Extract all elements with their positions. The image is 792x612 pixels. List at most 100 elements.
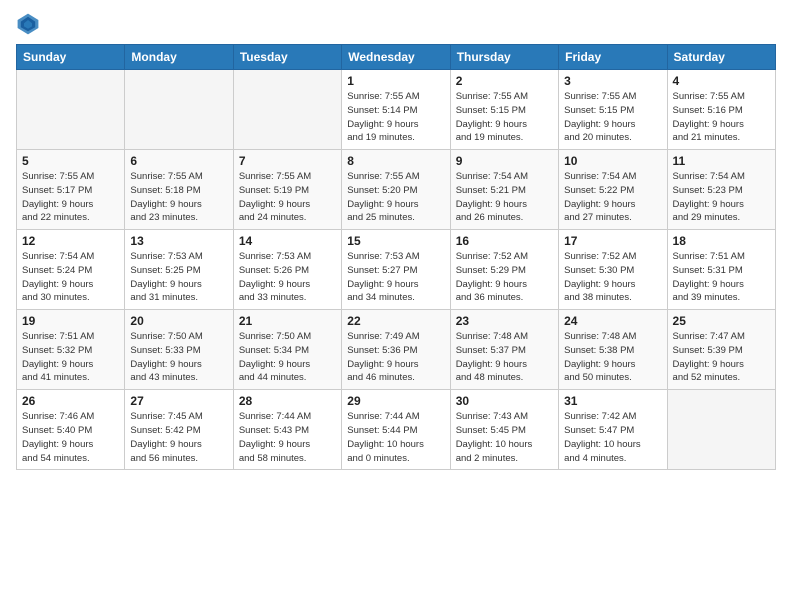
calendar-cell: 22Sunrise: 7:49 AM Sunset: 5:36 PM Dayli… <box>342 310 450 390</box>
day-info: Sunrise: 7:45 AM Sunset: 5:42 PM Dayligh… <box>130 410 227 465</box>
day-info: Sunrise: 7:55 AM Sunset: 5:20 PM Dayligh… <box>347 170 444 225</box>
day-info: Sunrise: 7:54 AM Sunset: 5:23 PM Dayligh… <box>673 170 770 225</box>
day-number: 23 <box>456 314 553 328</box>
week-row-1: 1 Sunrise: 7:55 AM Sunset: 5:14 PM Daylig… <box>17 70 776 150</box>
day-number: 10 <box>564 154 661 168</box>
calendar-cell: 17 Sunrise: 7:52 AM Sunset: 5:30 PM Dayli… <box>559 230 667 310</box>
calendar-cell: 7 Sunrise: 7:55 AM Sunset: 5:19 PM Daylig… <box>233 150 341 230</box>
weekday-header-wednesday: Wednesday <box>342 45 450 70</box>
day-info: Sunrise: 7:53 AM Sunset: 5:27 PM Dayligh… <box>347 250 444 305</box>
day-info: Sunrise: 7:46 AM Sunset: 5:40 PM Dayligh… <box>22 410 119 465</box>
calendar-cell: 24Sunrise: 7:48 AM Sunset: 5:38 PM Dayli… <box>559 310 667 390</box>
weekday-header-monday: Monday <box>125 45 233 70</box>
calendar-cell <box>125 70 233 150</box>
weekday-header-friday: Friday <box>559 45 667 70</box>
day-number: 16 <box>456 234 553 248</box>
calendar-cell: 28 Sunrise: 7:44 AM Sunset: 5:43 PM Dayli… <box>233 390 341 470</box>
day-number: 15 <box>347 234 444 248</box>
week-row-2: 5Sunrise: 7:55 AM Sunset: 5:17 PM Daylig… <box>17 150 776 230</box>
weekday-header-sunday: Sunday <box>17 45 125 70</box>
calendar-cell: 27 Sunrise: 7:45 AM Sunset: 5:42 PM Dayli… <box>125 390 233 470</box>
calendar-cell: 26 Sunrise: 7:46 AM Sunset: 5:40 PM Dayli… <box>17 390 125 470</box>
day-number: 30 <box>456 394 553 408</box>
calendar-cell: 5Sunrise: 7:55 AM Sunset: 5:17 PM Daylig… <box>17 150 125 230</box>
calendar-cell: 16 Sunrise: 7:52 AM Sunset: 5:29 PM Dayli… <box>450 230 558 310</box>
day-number: 17 <box>564 234 661 248</box>
day-number: 18 <box>673 234 770 248</box>
calendar-cell: 6 Sunrise: 7:55 AM Sunset: 5:18 PM Daylig… <box>125 150 233 230</box>
day-number: 20 <box>130 314 227 328</box>
day-number: 6 <box>130 154 227 168</box>
day-info: Sunrise: 7:55 AM Sunset: 5:14 PM Dayligh… <box>347 90 444 145</box>
day-info: Sunrise: 7:55 AM Sunset: 5:16 PM Dayligh… <box>673 90 770 145</box>
header <box>16 12 776 36</box>
day-info: Sunrise: 7:55 AM Sunset: 5:18 PM Dayligh… <box>130 170 227 225</box>
day-number: 27 <box>130 394 227 408</box>
day-number: 8 <box>347 154 444 168</box>
day-number: 25 <box>673 314 770 328</box>
day-number: 7 <box>239 154 336 168</box>
calendar-cell: 8 Sunrise: 7:55 AM Sunset: 5:20 PM Daylig… <box>342 150 450 230</box>
day-info: Sunrise: 7:53 AM Sunset: 5:25 PM Dayligh… <box>130 250 227 305</box>
day-info: Sunrise: 7:55 AM Sunset: 5:19 PM Dayligh… <box>239 170 336 225</box>
day-info: Sunrise: 7:44 AM Sunset: 5:44 PM Dayligh… <box>347 410 444 465</box>
day-info: Sunrise: 7:51 AM Sunset: 5:32 PM Dayligh… <box>22 330 119 385</box>
calendar-cell: 1 Sunrise: 7:55 AM Sunset: 5:14 PM Daylig… <box>342 70 450 150</box>
day-number: 4 <box>673 74 770 88</box>
day-number: 29 <box>347 394 444 408</box>
weekday-header-saturday: Saturday <box>667 45 775 70</box>
weekday-header-tuesday: Tuesday <box>233 45 341 70</box>
day-number: 1 <box>347 74 444 88</box>
day-info: Sunrise: 7:55 AM Sunset: 5:15 PM Dayligh… <box>456 90 553 145</box>
calendar-cell: 4 Sunrise: 7:55 AM Sunset: 5:16 PM Daylig… <box>667 70 775 150</box>
logo <box>16 12 44 36</box>
calendar-cell: 2 Sunrise: 7:55 AM Sunset: 5:15 PM Daylig… <box>450 70 558 150</box>
day-number: 19 <box>22 314 119 328</box>
weekday-header-row: SundayMondayTuesdayWednesdayThursdayFrid… <box>17 45 776 70</box>
calendar-cell: 30 Sunrise: 7:43 AM Sunset: 5:45 PM Dayli… <box>450 390 558 470</box>
day-number: 24 <box>564 314 661 328</box>
day-info: Sunrise: 7:43 AM Sunset: 5:45 PM Dayligh… <box>456 410 553 465</box>
calendar-cell: 31 Sunrise: 7:42 AM Sunset: 5:47 PM Dayli… <box>559 390 667 470</box>
day-number: 31 <box>564 394 661 408</box>
day-info: Sunrise: 7:50 AM Sunset: 5:34 PM Dayligh… <box>239 330 336 385</box>
calendar-cell: 20 Sunrise: 7:50 AM Sunset: 5:33 PM Dayli… <box>125 310 233 390</box>
day-number: 2 <box>456 74 553 88</box>
day-info: Sunrise: 7:53 AM Sunset: 5:26 PM Dayligh… <box>239 250 336 305</box>
calendar-cell: 15 Sunrise: 7:53 AM Sunset: 5:27 PM Dayli… <box>342 230 450 310</box>
calendar-cell <box>667 390 775 470</box>
week-row-4: 19 Sunrise: 7:51 AM Sunset: 5:32 PM Dayli… <box>17 310 776 390</box>
calendar-cell: 19 Sunrise: 7:51 AM Sunset: 5:32 PM Dayli… <box>17 310 125 390</box>
day-info: Sunrise: 7:52 AM Sunset: 5:30 PM Dayligh… <box>564 250 661 305</box>
week-row-3: 12Sunrise: 7:54 AM Sunset: 5:24 PM Dayli… <box>17 230 776 310</box>
day-number: 11 <box>673 154 770 168</box>
day-info: Sunrise: 7:55 AM Sunset: 5:17 PM Dayligh… <box>22 170 119 225</box>
calendar-cell: 29 Sunrise: 7:44 AM Sunset: 5:44 PM Dayli… <box>342 390 450 470</box>
day-number: 26 <box>22 394 119 408</box>
calendar-cell: 23 Sunrise: 7:48 AM Sunset: 5:37 PM Dayli… <box>450 310 558 390</box>
day-info: Sunrise: 7:47 AM Sunset: 5:39 PM Dayligh… <box>673 330 770 385</box>
logo-icon <box>16 12 40 36</box>
day-number: 28 <box>239 394 336 408</box>
day-info: Sunrise: 7:54 AM Sunset: 5:21 PM Dayligh… <box>456 170 553 225</box>
calendar-cell: 12Sunrise: 7:54 AM Sunset: 5:24 PM Dayli… <box>17 230 125 310</box>
calendar-cell <box>17 70 125 150</box>
day-info: Sunrise: 7:48 AM Sunset: 5:37 PM Dayligh… <box>456 330 553 385</box>
day-info: Sunrise: 7:42 AM Sunset: 5:47 PM Dayligh… <box>564 410 661 465</box>
day-info: Sunrise: 7:44 AM Sunset: 5:43 PM Dayligh… <box>239 410 336 465</box>
day-info: Sunrise: 7:54 AM Sunset: 5:22 PM Dayligh… <box>564 170 661 225</box>
day-info: Sunrise: 7:50 AM Sunset: 5:33 PM Dayligh… <box>130 330 227 385</box>
page: SundayMondayTuesdayWednesdayThursdayFrid… <box>0 0 792 612</box>
day-info: Sunrise: 7:52 AM Sunset: 5:29 PM Dayligh… <box>456 250 553 305</box>
day-info: Sunrise: 7:51 AM Sunset: 5:31 PM Dayligh… <box>673 250 770 305</box>
week-row-5: 26 Sunrise: 7:46 AM Sunset: 5:40 PM Dayli… <box>17 390 776 470</box>
calendar-cell: 21Sunrise: 7:50 AM Sunset: 5:34 PM Dayli… <box>233 310 341 390</box>
day-number: 3 <box>564 74 661 88</box>
day-number: 12 <box>22 234 119 248</box>
calendar-cell: 9Sunrise: 7:54 AM Sunset: 5:21 PM Daylig… <box>450 150 558 230</box>
day-number: 22 <box>347 314 444 328</box>
weekday-header-thursday: Thursday <box>450 45 558 70</box>
calendar-cell: 3Sunrise: 7:55 AM Sunset: 5:15 PM Daylig… <box>559 70 667 150</box>
calendar-cell: 11 Sunrise: 7:54 AM Sunset: 5:23 PM Dayli… <box>667 150 775 230</box>
calendar-cell: 10 Sunrise: 7:54 AM Sunset: 5:22 PM Dayli… <box>559 150 667 230</box>
